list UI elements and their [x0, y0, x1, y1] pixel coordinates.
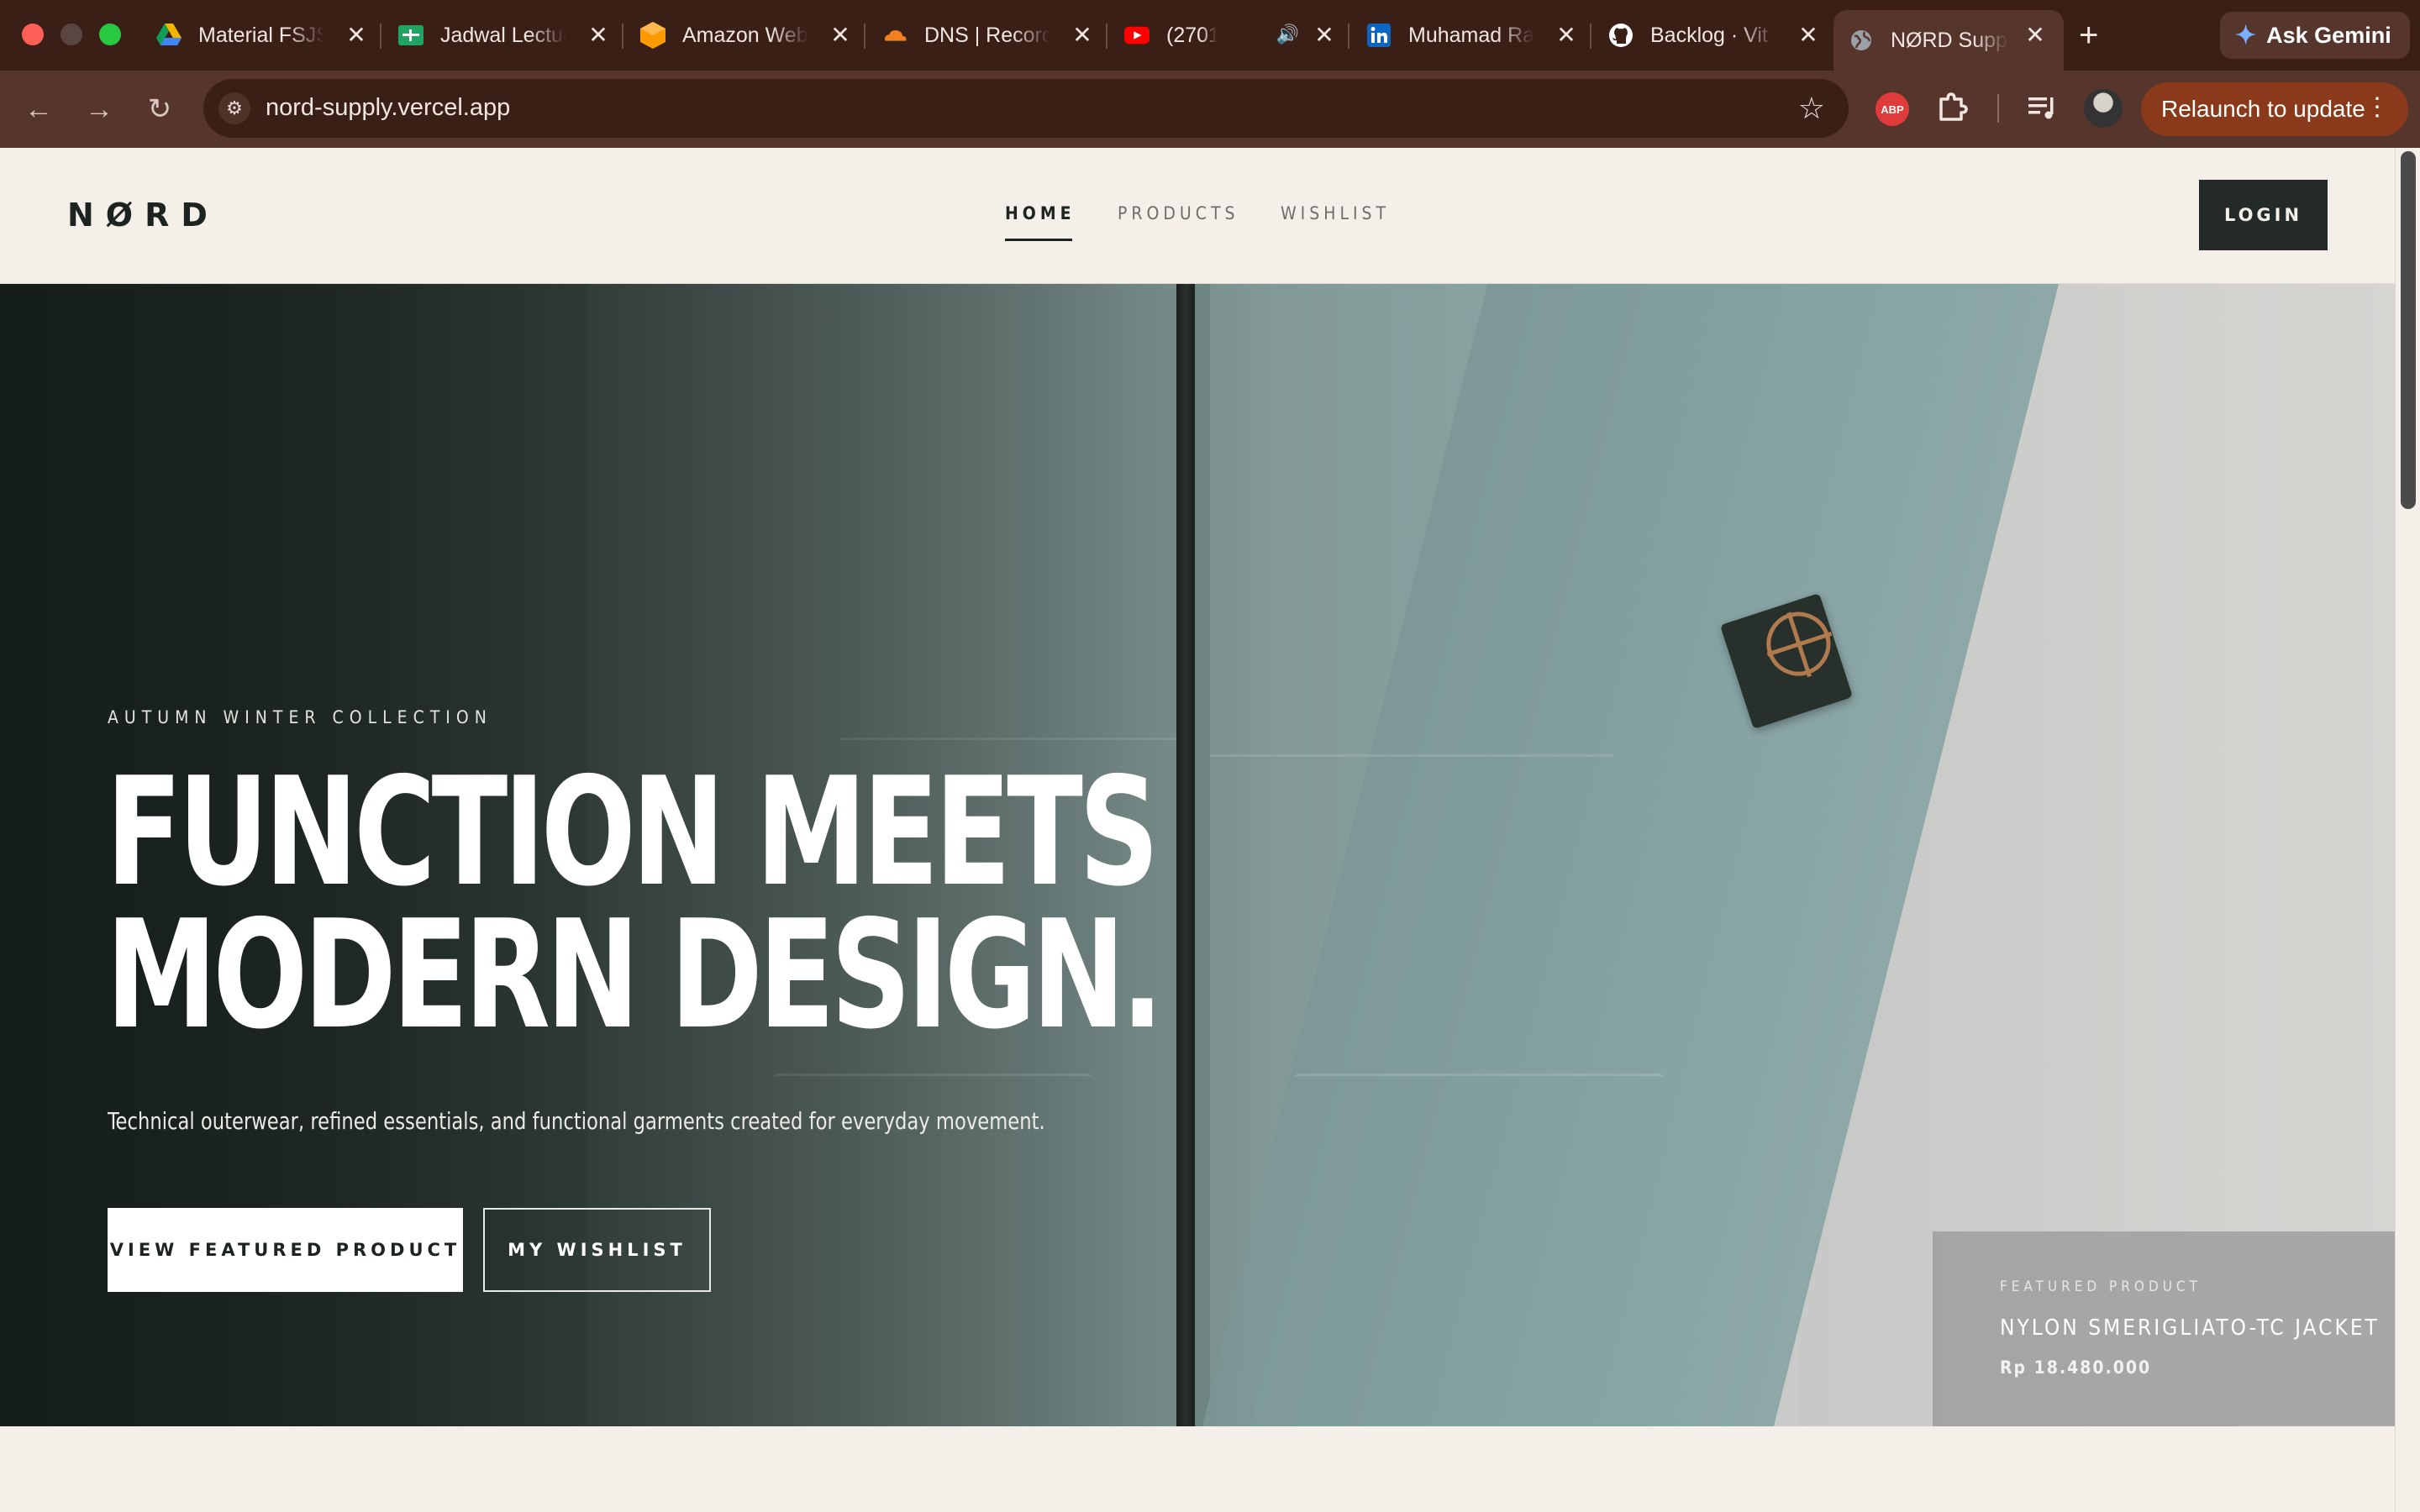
address-bar[interactable]: ⚙ nord-supply.vercel.app ☆	[203, 79, 1849, 138]
close-tab-icon[interactable]: ✕	[1069, 22, 1096, 49]
hero-eyebrow: AUTUMN WINTER COLLECTION	[108, 707, 492, 727]
back-arrow-icon[interactable]: ←	[20, 91, 57, 128]
close-tab-icon[interactable]: ✕	[1795, 22, 1822, 49]
tab-material-fsjs[interactable]: Material FSJS ✕	[156, 10, 385, 60]
aws-icon	[640, 22, 666, 49]
tab-amazon-web-services[interactable]: Amazon Web Services ✕	[640, 10, 869, 60]
site-header: NØRD HOME PRODUCTS WISHLIST LOGIN	[0, 148, 2395, 284]
close-tab-icon[interactable]: ✕	[1553, 22, 1580, 49]
minimize-window-button[interactable]	[60, 24, 82, 45]
url-text[interactable]: nord-supply.vercel.app	[266, 94, 510, 122]
close-tab-icon[interactable]: ✕	[585, 22, 612, 49]
toolbar-separator	[1997, 94, 1999, 123]
cloudflare-icon	[882, 23, 908, 48]
maximize-window-button[interactable]	[99, 24, 121, 45]
close-tab-icon[interactable]: ✕	[1311, 22, 1338, 49]
ask-gemini-button[interactable]: ✦ Ask Gemini	[2220, 12, 2410, 59]
jacket-pocket	[1294, 1074, 1664, 1242]
gemini-spark-icon: ✦	[2235, 21, 2257, 50]
more-menu-icon[interactable]: ⋮	[2365, 92, 2390, 122]
forward-arrow-icon[interactable]: →	[81, 91, 118, 128]
browser-tab-bar: Material FSJS ✕ Jadwal Lectures ✕ Amazon…	[0, 0, 2420, 71]
site-logo[interactable]: NØRD	[67, 197, 219, 234]
tab-separator	[622, 24, 623, 49]
tab-github-backlog[interactable]: Backlog · Vit ✕	[1608, 10, 1837, 60]
bookmark-star-icon[interactable]: ☆	[1798, 91, 1825, 126]
nav-products[interactable]: PRODUCTS	[1118, 203, 1239, 223]
close-tab-icon[interactable]: ✕	[343, 22, 370, 49]
close-tab-icon[interactable]: ✕	[827, 22, 854, 49]
github-icon	[1608, 23, 1634, 48]
linkedin-icon	[1366, 23, 1392, 48]
jacket-seam	[1210, 754, 1613, 757]
tab-separator	[1348, 24, 1349, 49]
my-wishlist-button[interactable]: MY WISHLIST	[483, 1208, 711, 1292]
tab-label: Jadwal Lectures	[440, 23, 566, 47]
adblock-plus-icon[interactable]: ABP	[1876, 92, 1909, 126]
google-drive-icon	[156, 23, 182, 48]
close-window-button[interactable]	[22, 24, 44, 45]
tab-separator	[1106, 24, 1107, 49]
view-featured-product-button[interactable]: VIEW FEATURED PRODUCT	[108, 1208, 463, 1292]
close-tab-icon[interactable]: ✕	[2022, 22, 2049, 49]
tab-label: DNS | Records	[924, 23, 1050, 47]
site-settings-icon[interactable]: ⚙	[218, 92, 250, 124]
tab-jadwal-lectures[interactable]: Jadwal Lectures ✕	[398, 10, 627, 60]
hero-section: AUTUMN WINTER COLLECTION FUNCTION MEETS …	[0, 284, 2395, 1426]
tab-dns-records[interactable]: DNS | Records ✕	[882, 10, 1111, 60]
headline-line-1: FUNCTION MEETS	[106, 745, 1160, 919]
speaker-icon[interactable]: 🔊	[1276, 24, 1299, 45]
tab-label: Material FSJS	[198, 23, 324, 47]
headline-line-2: MODERN DESIGN.	[106, 888, 1164, 1062]
tab-label: (2701) Ro	[1166, 23, 1217, 47]
scrollbar-thumb[interactable]	[2401, 151, 2416, 509]
featured-product-card[interactable]: FEATURED PRODUCT NYLON SMERIGLIATO-TC JA…	[1933, 1231, 2395, 1426]
featured-product-price: Rp 18.480.000	[2000, 1357, 2152, 1378]
google-sheets-icon	[398, 23, 424, 48]
tab-nord-supply[interactable]: NØRD Supply ✕	[1833, 10, 2064, 71]
tab-youtube[interactable]: (2701) Ro 🔊 ✕	[1124, 10, 1353, 60]
login-button[interactable]: LOGIN	[2199, 180, 2328, 250]
relaunch-label: Relaunch to update	[2161, 96, 2365, 122]
reload-icon[interactable]: ↻	[141, 91, 178, 128]
featured-product-name: NYLON SMERIGLIATO-TC JACKET	[2000, 1315, 2380, 1341]
hero-headline: FUNCTION MEETS MODERN DESIGN.	[106, 745, 1164, 1062]
tab-label: Backlog · Vit	[1650, 23, 1768, 47]
featured-label: FEATURED PRODUCT	[2000, 1278, 2202, 1295]
globe-icon	[1849, 28, 1874, 53]
youtube-icon	[1124, 23, 1150, 48]
relaunch-to-update-button[interactable]: Relaunch to update ⋮	[2141, 82, 2408, 136]
nav-wishlist[interactable]: WISHLIST	[1281, 203, 1390, 223]
nav-home[interactable]: HOME	[1005, 203, 1076, 241]
tab-separator	[864, 24, 865, 49]
ask-gemini-label: Ask Gemini	[2266, 22, 2391, 48]
tab-label: Amazon Web Services	[682, 23, 808, 47]
reading-list-icon[interactable]	[2025, 91, 2059, 124]
new-tab-button[interactable]: +	[2079, 17, 2098, 54]
extensions-puzzle-icon[interactable]	[1934, 87, 1971, 124]
tab-separator	[380, 24, 381, 49]
page-scrollbar[interactable]	[2395, 148, 2420, 1512]
tab-separator	[1590, 24, 1591, 49]
tab-label: NØRD Supply	[1891, 28, 2008, 52]
tab-label: Muhamad Ra	[1408, 23, 1534, 47]
next-section	[0, 1426, 2395, 1512]
profile-avatar[interactable]	[2084, 89, 2123, 128]
tab-linkedin[interactable]: Muhamad Ra ✕	[1366, 10, 1595, 60]
hero-subtext: Technical outerwear, refined essentials,…	[108, 1107, 1045, 1135]
